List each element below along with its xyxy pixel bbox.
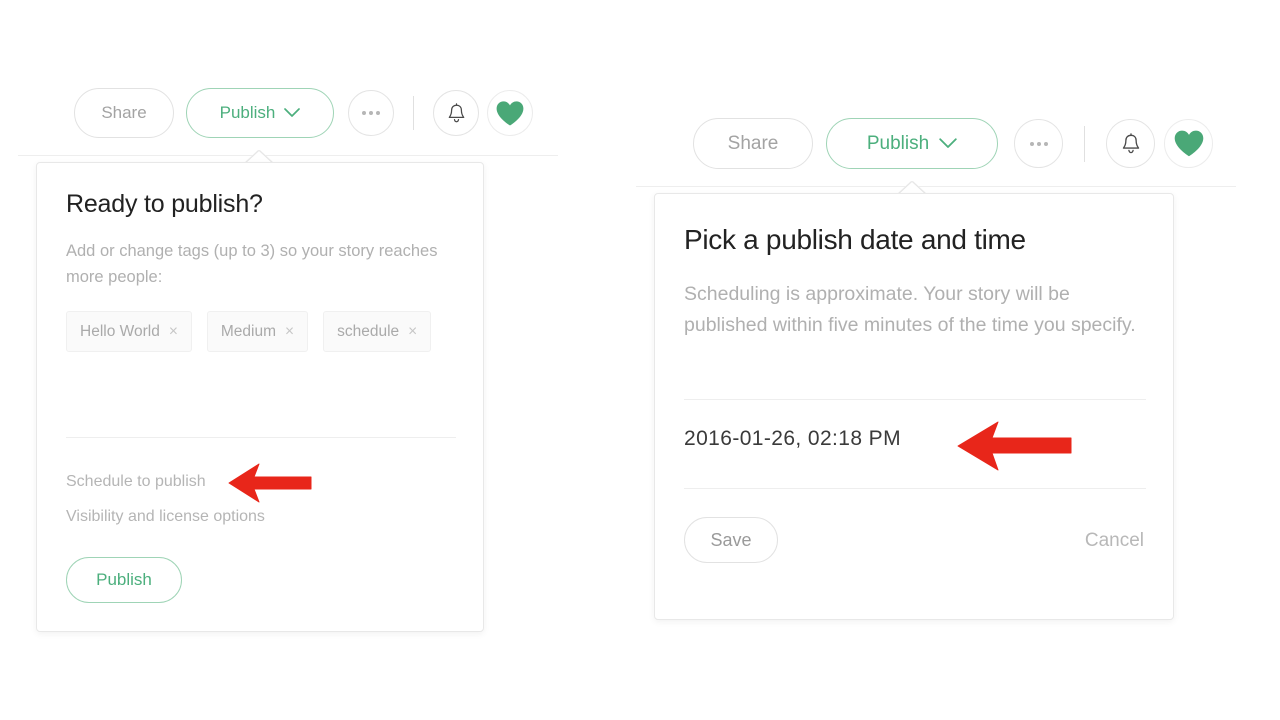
schedule-popover-divider-bottom	[684, 488, 1146, 489]
schedule-popover-title: Pick a publish date and time	[684, 224, 1026, 256]
notifications-button[interactable]	[1106, 119, 1155, 168]
arrow-datetime-field	[955, 418, 1075, 474]
save-button[interactable]: Save	[684, 517, 778, 563]
heart-icon	[1173, 129, 1205, 158]
toolbar-bottom-rule	[636, 186, 1236, 187]
schedule-popover-subtitle: Scheduling is approximate. Your story wi…	[684, 279, 1146, 341]
publish-dropdown-label: Publish	[867, 133, 929, 155]
share-button[interactable]: Share	[693, 118, 813, 169]
more-options-button[interactable]	[1014, 119, 1063, 168]
datetime-field[interactable]: 2016-01-26, 02:18 PM	[684, 427, 901, 451]
avatar[interactable]	[1164, 119, 1213, 168]
ellipsis-icon	[1030, 142, 1048, 146]
share-button-label: Share	[728, 133, 779, 155]
schedule-popover-divider-top	[684, 399, 1146, 400]
chevron-down-icon	[939, 138, 957, 149]
save-button-label: Save	[710, 530, 751, 551]
cancel-button[interactable]: Cancel	[1085, 530, 1144, 552]
bell-icon	[1121, 133, 1141, 155]
schedule-popover: Pick a publish date and time Scheduling …	[654, 193, 1174, 620]
publish-dropdown-button[interactable]: Publish	[826, 118, 998, 169]
editor-toolbar: Share Publish	[693, 118, 1213, 169]
toolbar-divider	[1084, 126, 1085, 162]
schedule-popover-screen: Share Publish	[0, 0, 1280, 720]
